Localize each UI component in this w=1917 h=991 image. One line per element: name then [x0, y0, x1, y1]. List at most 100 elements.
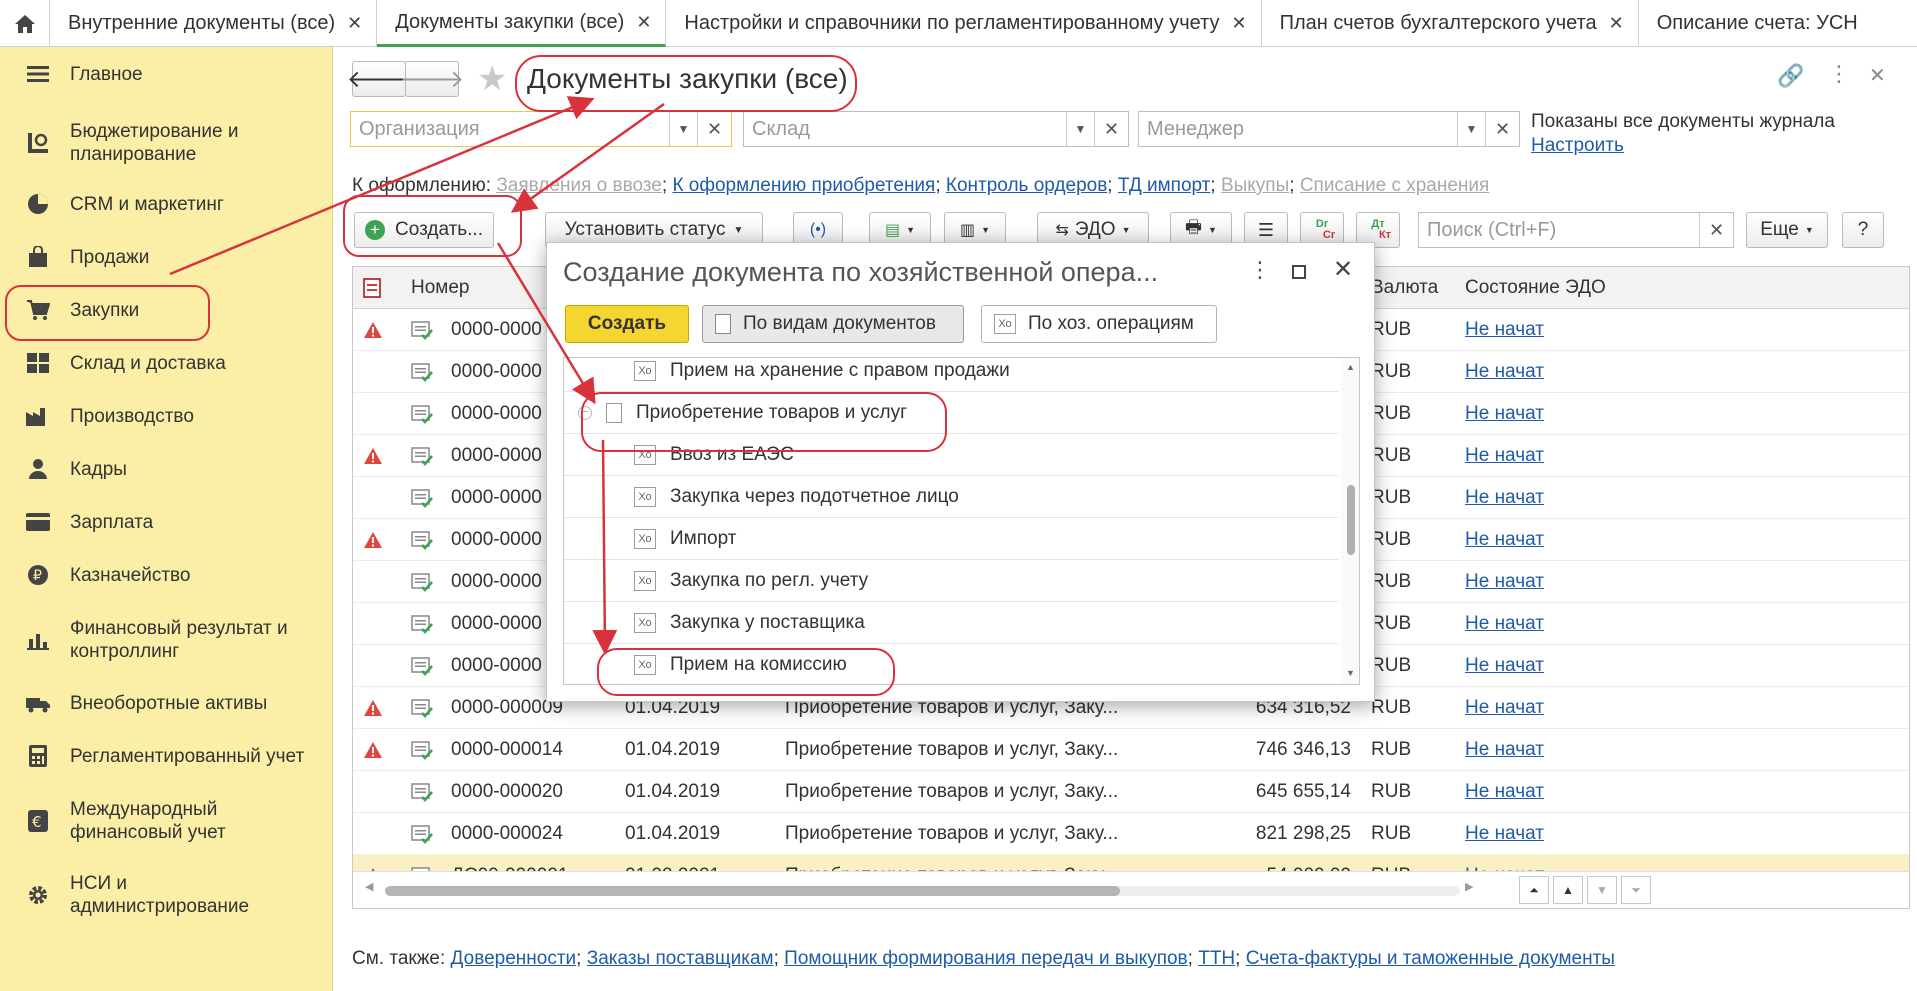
link-customs-import[interactable]: ТД импорт [1118, 175, 1211, 196]
search-input[interactable]: Поиск (Ctrl+F) ✕ [1418, 212, 1734, 248]
close-icon[interactable]: ✕ [1333, 255, 1353, 284]
sidebar-item-crm[interactable]: CRM и маркетинг [0, 181, 333, 227]
cell-edo-status[interactable]: Не начат [1465, 519, 1665, 561]
horizontal-scrollbar[interactable] [385, 886, 1460, 896]
operation-item[interactable]: Хо Прием на хранение с правом продажи [564, 358, 1338, 392]
link-icon[interactable]: 🔗 [1777, 63, 1804, 89]
close-icon[interactable]: ✕ [1231, 13, 1246, 34]
close-icon[interactable]: ✕ [636, 12, 651, 33]
sidebar-item-production[interactable]: Производство [0, 393, 333, 439]
scrollbar-thumb[interactable] [1347, 485, 1355, 555]
warehouse-field[interactable]: Склад ▼ ✕ [743, 111, 1129, 147]
configure-link[interactable]: Настроить [1531, 135, 1624, 157]
scroll-up-icon[interactable]: ▲ [1346, 362, 1355, 372]
link-powers-of-attorney[interactable]: Доверенности [451, 948, 577, 969]
help-button[interactable]: ? [1842, 212, 1884, 248]
cell-edo-status[interactable]: Не начат [1465, 603, 1665, 645]
cell-edo-status[interactable]: Не начат [1465, 771, 1665, 813]
cell-edo-status[interactable]: Не начат [1465, 477, 1665, 519]
cell-edo-status[interactable]: Не начат [1465, 645, 1665, 687]
link-storage-writeoff[interactable]: Списание с хранения [1300, 175, 1490, 196]
sidebar-item-financial-result[interactable]: Финансовый результат и контроллинг [0, 612, 333, 668]
operation-item[interactable]: Хо Импорт [564, 518, 1338, 560]
vertical-scrollbar[interactable]: ▲ ▼ [1341, 358, 1359, 684]
scrollbar-thumb[interactable] [385, 886, 1120, 896]
scroll-up-button[interactable]: ▲ [1553, 876, 1583, 904]
scroll-top-button[interactable]: ⏶ [1519, 876, 1549, 904]
sidebar-item-hr[interactable]: Кадры [0, 446, 333, 492]
tab-chart-of-accounts[interactable]: План счетов бухгалтерского учета ✕ [1262, 0, 1639, 47]
link-transfer-assistant[interactable]: Помощник формирования передач и выкупов [784, 948, 1187, 969]
cell-edo-status[interactable]: Не начат [1465, 729, 1665, 771]
link-order-control[interactable]: Контроль ордеров [946, 175, 1107, 196]
table-row[interactable]: 0000-000014 01.04.2019 Приобретение товаро… [353, 729, 1909, 771]
cell-edo-status[interactable]: Не начат [1465, 561, 1665, 603]
chevron-down-icon[interactable]: ▼ [669, 112, 697, 146]
operation-item[interactable]: Хо Закупка по регл. учету [564, 560, 1338, 602]
sidebar-item-fixed-assets[interactable]: Внеоборотные активы [0, 680, 333, 726]
link-invoices-customs[interactable]: Счета-фактуры и таможенные документы [1246, 948, 1615, 969]
operation-item[interactable]: Хо Закупка у поставщика [564, 602, 1338, 644]
favorite-star-icon[interactable]: ★ [477, 61, 507, 97]
maximize-icon[interactable] [1292, 265, 1306, 279]
link-supplier-orders[interactable]: Заказы поставщикам [587, 948, 774, 969]
scroll-left-icon[interactable]: ◀ [365, 880, 373, 893]
column-header-currency[interactable]: Валюта [1371, 267, 1451, 309]
cell-edo-status[interactable]: Не начат [1465, 309, 1665, 351]
sidebar-item-regulated-accounting[interactable]: Регламентированный учет [0, 733, 333, 779]
sidebar-item-warehouse[interactable]: Склад и доставка [0, 340, 333, 386]
clear-icon[interactable]: ✕ [697, 112, 731, 146]
sidebar-item-admin[interactable]: НСИ и администрирование [0, 867, 333, 923]
tab-purchase-docs[interactable]: Документы закупки (все) ✕ [377, 0, 667, 47]
sidebar-item-main[interactable]: Главное [0, 51, 333, 97]
kt-label: Кт [1378, 229, 1392, 241]
more-button[interactable]: Еще ▼ [1746, 212, 1828, 248]
sidebar-item-budgeting[interactable]: Бюджетирование и планирование [0, 115, 333, 171]
by-operations-toggle[interactable]: Хо По хоз. операциям [981, 305, 1217, 343]
cell-edo-status[interactable]: Не начат [1465, 351, 1665, 393]
tab-account-description[interactable]: Описание счета: УСН [1639, 0, 1872, 47]
link-to-purchase[interactable]: К оформлению приобретения [672, 175, 935, 196]
close-icon[interactable]: ✕ [1609, 13, 1624, 34]
sidebar-item-sales[interactable]: Продажи [0, 234, 333, 280]
by-document-types-toggle[interactable]: По видам документов [702, 305, 964, 343]
clear-icon[interactable]: ✕ [1699, 213, 1733, 247]
forward-button[interactable]: 🡒 [400, 61, 464, 97]
link-import-statements[interactable]: Заявления о ввозе [496, 175, 662, 196]
sidebar-item-ifrs[interactable]: € Международный финансовый учет [0, 793, 333, 849]
more-vert-icon[interactable]: ⋮ [1828, 61, 1850, 87]
back-button[interactable]: 🡐 [347, 61, 411, 97]
sidebar-item-treasury[interactable]: ₽ Казначейство [0, 552, 333, 598]
organization-field[interactable]: Организация ▼ ✕ [350, 111, 732, 147]
cell-edo-status[interactable]: Не начат [1465, 813, 1665, 855]
chevron-down-icon[interactable]: ▼ [1066, 112, 1094, 146]
cell-edo-status[interactable]: Не начат [1465, 393, 1665, 435]
table-row[interactable]: 0000-000024 01.04.2019 Приобретение товаро… [353, 813, 1909, 855]
column-header-edo-status[interactable]: Состояние ЭДО [1465, 267, 1665, 309]
clear-icon[interactable]: ✕ [1485, 112, 1519, 146]
operation-item[interactable]: Хо Закупка через подотчетное лицо [564, 476, 1338, 518]
sidebar-item-salary[interactable]: Зарплата [0, 499, 333, 545]
column-header-number[interactable]: Номер [411, 267, 561, 309]
link-buyouts[interactable]: Выкупы [1221, 175, 1289, 196]
close-icon[interactable]: ✕ [347, 13, 362, 34]
chevron-down-icon[interactable]: ▼ [1457, 112, 1485, 146]
link-ttn[interactable]: ТТН [1198, 948, 1235, 969]
table-row[interactable]: 0000-000020 01.04.2019 Приобретение товаро… [353, 771, 1909, 813]
scroll-down-button[interactable]: ▼ [1587, 876, 1617, 904]
dialog-create-button[interactable]: Создать [565, 305, 689, 343]
scroll-bottom-button[interactable]: ⏷ [1621, 876, 1651, 904]
scroll-right-icon[interactable]: ▶ [1465, 880, 1473, 893]
close-icon[interactable]: ✕ [1869, 63, 1886, 88]
more-vert-icon[interactable]: ⋮ [1249, 257, 1271, 283]
tab-settings-references[interactable]: Настройки и справочники по регламентиров… [666, 0, 1262, 47]
manager-field[interactable]: Менеджер ▼ ✕ [1138, 111, 1520, 147]
arrow-right-icon: 🡒 [399, 66, 465, 93]
tab-internal-docs[interactable]: Внутренние документы (все) ✕ [50, 0, 378, 47]
cell-edo-status[interactable]: Не начат [1465, 435, 1665, 477]
clear-icon[interactable]: ✕ [1094, 112, 1128, 146]
scroll-down-icon[interactable]: ▼ [1346, 668, 1355, 678]
home-button[interactable] [0, 0, 50, 47]
cell-edo-status[interactable]: Не начат [1465, 687, 1665, 729]
down-icon: ▼ [1596, 883, 1608, 897]
